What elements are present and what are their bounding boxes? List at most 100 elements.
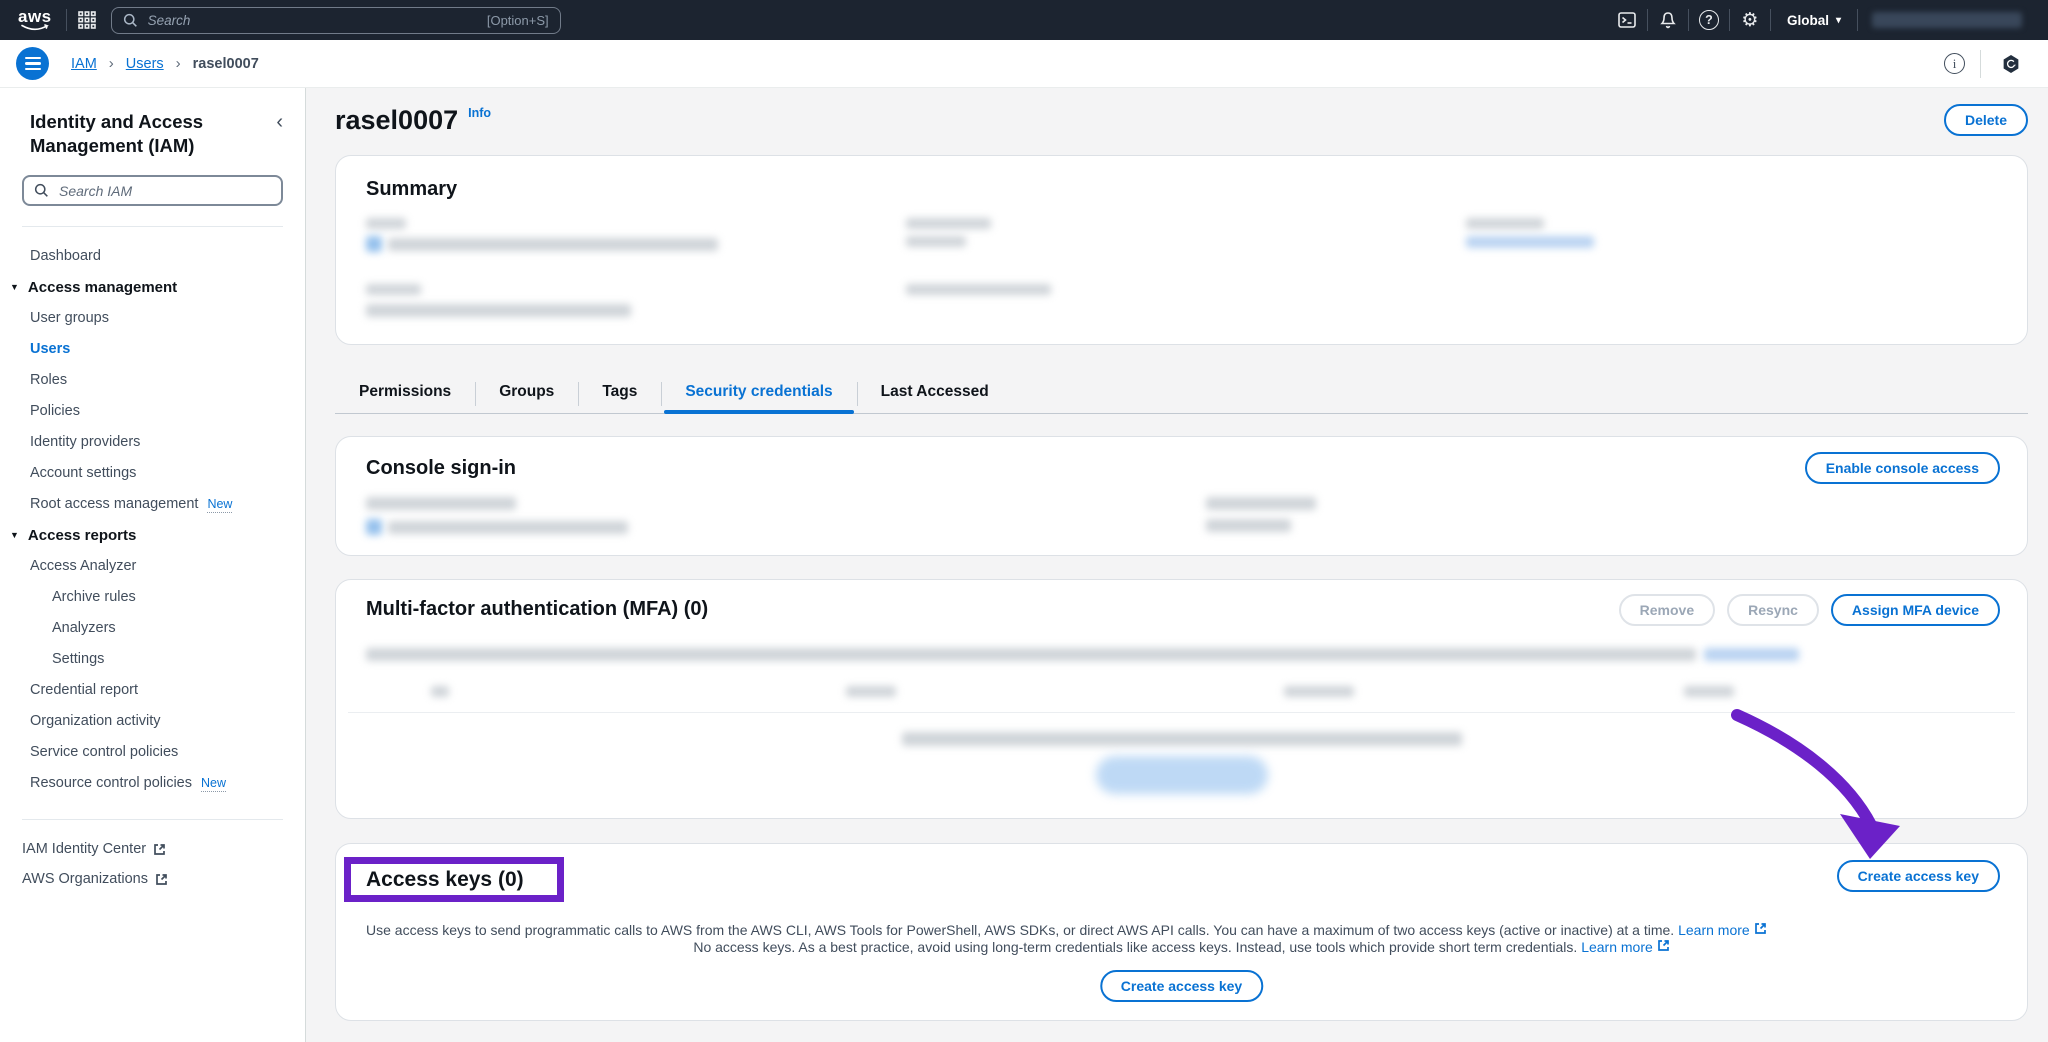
- sidebar-item-root-access-management[interactable]: Root access managementNew: [0, 489, 305, 520]
- breadcrumb-users[interactable]: Users: [126, 56, 164, 72]
- divider: [1857, 9, 1858, 31]
- redacted-column-header: [1284, 686, 1354, 697]
- assistant-hexagon-icon[interactable]: [1996, 49, 2026, 79]
- info-link[interactable]: Info: [468, 106, 491, 120]
- detail-tabs: Permissions Groups Tags Security credent…: [335, 373, 2028, 414]
- apps-grid-icon[interactable]: [67, 0, 107, 40]
- link-label: IAM Identity Center: [22, 841, 146, 857]
- summary-title: Summary: [366, 178, 457, 201]
- notifications-bell-icon[interactable]: [1648, 0, 1688, 40]
- enable-console-access-button[interactable]: Enable console access: [1805, 452, 2000, 484]
- divider: [22, 819, 283, 820]
- learn-more-label: Learn more: [1678, 922, 1750, 938]
- link-label: AWS Organizations: [22, 871, 148, 887]
- redacted-link: [1466, 236, 1594, 248]
- item-label: Resource control policies: [30, 775, 192, 791]
- mfa-title: Multi-factor authentication (MFA) (0): [366, 598, 708, 621]
- chevron-right-icon: ›: [176, 55, 181, 72]
- learn-more-label: Learn more: [1581, 939, 1653, 955]
- sidebar-item-access-analyzer[interactable]: Access Analyzer: [0, 551, 305, 582]
- sidebar-item-identity-providers[interactable]: Identity providers: [0, 427, 305, 458]
- sidebar-item-service-control-policies[interactable]: Service control policies: [0, 737, 305, 768]
- new-badge: New: [201, 776, 226, 792]
- redacted-text: [366, 648, 1696, 661]
- divider: [348, 712, 2015, 713]
- sidebar-item-credential-report[interactable]: Credential report: [0, 675, 305, 706]
- search-icon: [123, 13, 138, 28]
- tab-permissions[interactable]: Permissions: [335, 375, 475, 413]
- access-keys-title: Access keys (0): [366, 868, 524, 892]
- search-shortcut-hint: [Option+S]: [487, 13, 549, 28]
- item-label: Root access management: [30, 496, 198, 512]
- sidebar-section-access-reports[interactable]: ▼ Access reports: [0, 520, 305, 551]
- sidebar-item-dashboard[interactable]: Dashboard: [0, 241, 305, 272]
- empty-message-text: No access keys. As a best practice, avoi…: [693, 939, 1577, 955]
- sidebar-item-analyzers[interactable]: Analyzers: [0, 613, 305, 644]
- global-search-box[interactable]: [Option+S]: [111, 7, 561, 34]
- tab-groups[interactable]: Groups: [475, 375, 578, 413]
- redacted-text: [388, 521, 628, 534]
- redacted-column-header: [846, 686, 896, 697]
- sidebar-search-input[interactable]: [57, 182, 271, 200]
- sidebar-item-users[interactable]: Users: [0, 334, 305, 365]
- learn-more-link[interactable]: Learn more: [1678, 922, 1766, 938]
- redacted-text: [906, 218, 991, 229]
- learn-more-link[interactable]: Learn more: [1581, 939, 1669, 955]
- aws-logo[interactable]: aws: [18, 9, 52, 32]
- redacted-assign-mfa-button[interactable]: [1096, 756, 1268, 794]
- redacted-link: [1704, 648, 1799, 661]
- external-link-icon: [153, 843, 166, 856]
- sidebar-item-roles[interactable]: Roles: [0, 365, 305, 396]
- sidebar-item-user-groups[interactable]: User groups: [0, 303, 305, 334]
- account-menu-redacted[interactable]: [1872, 12, 2022, 28]
- region-label: Global: [1787, 13, 1829, 28]
- collapse-sidebar-icon[interactable]: ‹: [272, 110, 287, 134]
- redacted-column-header: [431, 686, 449, 697]
- console-signin-title: Console sign-in: [366, 457, 516, 480]
- redacted-text: [366, 284, 421, 295]
- create-access-key-button-center[interactable]: Create access key: [1100, 970, 1263, 1002]
- sidebar-item-organization-activity[interactable]: Organization activity: [0, 706, 305, 737]
- sidebar-section-access-management[interactable]: ▼ Access management: [0, 272, 305, 303]
- caret-down-icon: ▾: [1836, 15, 1841, 26]
- sidebar-link-aws-organizations[interactable]: AWS Organizations: [0, 864, 305, 894]
- chevron-right-icon: ›: [109, 55, 114, 72]
- iam-sidebar: Identity and Access Management (IAM) ‹ D…: [0, 88, 306, 1042]
- mfa-card: Multi-factor authentication (MFA) (0) Re…: [335, 579, 2028, 819]
- sidebar-search-box[interactable]: [22, 175, 283, 206]
- info-icon[interactable]: i: [1944, 53, 1965, 74]
- sidebar-item-settings[interactable]: Settings: [0, 644, 305, 675]
- mfa-resync-button[interactable]: Resync: [1727, 594, 1819, 626]
- divider: [1980, 50, 1981, 78]
- summary-card: Summary: [335, 155, 2028, 345]
- sidebar-link-iam-identity-center[interactable]: IAM Identity Center: [0, 834, 305, 864]
- create-access-key-button[interactable]: Create access key: [1837, 860, 2000, 892]
- settings-gear-icon[interactable]: ⚙: [1730, 0, 1770, 40]
- tab-tags[interactable]: Tags: [578, 375, 661, 413]
- redacted-text: [1466, 218, 1544, 229]
- sidebar-item-policies[interactable]: Policies: [0, 396, 305, 427]
- caret-down-icon: ▼: [10, 527, 19, 544]
- top-navigation-bar: aws [Option+S] ? ⚙ Global: [0, 0, 2048, 40]
- redacted-text: [902, 732, 1462, 746]
- sidebar-item-resource-control-policies[interactable]: Resource control policies New: [0, 768, 305, 799]
- tab-last-accessed[interactable]: Last Accessed: [857, 375, 1013, 413]
- sidebar-item-archive-rules[interactable]: Archive rules: [0, 582, 305, 613]
- redacted-text: [906, 284, 1051, 295]
- mfa-remove-button[interactable]: Remove: [1619, 594, 1715, 626]
- redacted-text: [906, 236, 966, 247]
- section-label: Access management: [28, 279, 177, 296]
- tab-security-credentials[interactable]: Security credentials: [661, 375, 856, 413]
- breadcrumb-iam[interactable]: IAM: [71, 56, 97, 72]
- region-selector[interactable]: Global ▾: [1771, 13, 1857, 28]
- delete-button[interactable]: Delete: [1944, 104, 2028, 136]
- cloudshell-icon[interactable]: [1607, 0, 1647, 40]
- redacted-text: [366, 218, 406, 229]
- global-search-input[interactable]: [146, 12, 479, 29]
- assign-mfa-device-button[interactable]: Assign MFA device: [1831, 594, 2000, 626]
- sidebar-item-account-settings[interactable]: Account settings: [0, 458, 305, 489]
- sidebar-title: Identity and Access Management (IAM): [30, 110, 272, 158]
- menu-toggle[interactable]: [16, 47, 49, 80]
- redacted-copy-icon: [366, 519, 382, 535]
- help-icon[interactable]: ?: [1689, 0, 1729, 40]
